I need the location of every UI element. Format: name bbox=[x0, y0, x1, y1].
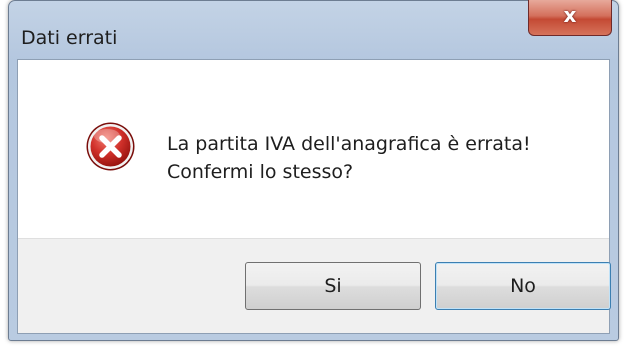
error-icon bbox=[86, 122, 135, 171]
yes-button[interactable]: Si bbox=[245, 262, 421, 310]
close-icon: x bbox=[563, 3, 577, 27]
title-bar[interactable]: Dati errati x bbox=[9, 0, 618, 59]
window-title: Dati errati bbox=[21, 27, 118, 49]
button-bar: Si No bbox=[18, 238, 611, 333]
dialog-window: Dati errati x La partita IVA dell'anagra… bbox=[8, 0, 619, 341]
dialog-body: La partita IVA dell'anagrafica è errata!… bbox=[17, 59, 611, 334]
message-line-1: La partita IVA dell'anagrafica è errata! bbox=[167, 133, 531, 155]
message-line-2: Confermi lo stesso? bbox=[167, 161, 354, 183]
close-button[interactable]: x bbox=[528, 0, 612, 36]
message-area: La partita IVA dell'anagrafica è errata!… bbox=[18, 60, 609, 238]
no-button[interactable]: No bbox=[435, 262, 611, 310]
message-text: La partita IVA dell'anagrafica è errata!… bbox=[167, 130, 531, 186]
